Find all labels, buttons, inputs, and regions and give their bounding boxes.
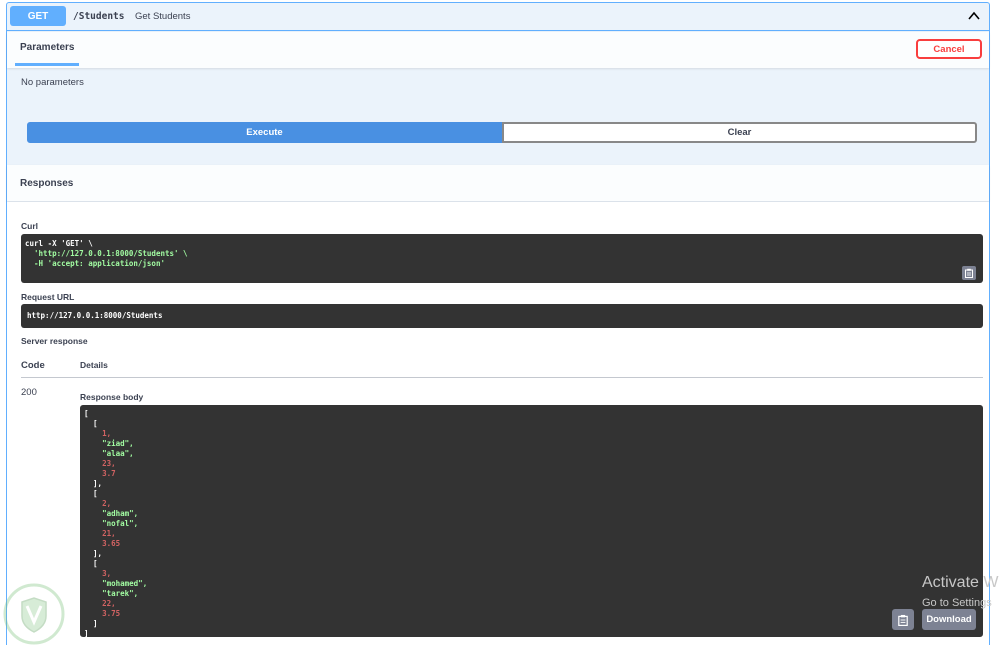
request-url-label: Request URL: [21, 292, 75, 302]
operation-block: GET /Students Get Students Parameters Ca…: [6, 2, 990, 645]
chevron-up-icon[interactable]: [967, 9, 981, 23]
clear-button[interactable]: Clear: [502, 122, 977, 143]
no-parameters-text: No parameters: [21, 77, 84, 88]
student-2-age: 21,: [102, 529, 116, 538]
student-3-last: "tarek",: [102, 589, 139, 598]
operation-path: /Students: [73, 11, 125, 22]
curl-line-1: curl -X 'GET' \: [25, 239, 93, 248]
clipboard-icon: [898, 614, 908, 626]
status-code: 200: [21, 387, 37, 398]
parameters-header: Parameters Cancel: [7, 32, 989, 68]
curl-label: Curl: [21, 221, 38, 231]
student-1-id: 1,: [102, 429, 112, 438]
server-response-label: Server response: [21, 336, 88, 346]
cancel-button[interactable]: Cancel: [916, 39, 982, 59]
curl-code-block[interactable]: curl -X 'GET' \ 'http://127.0.0.1:8000/S…: [21, 234, 983, 283]
operation-summary[interactable]: GET /Students Get Students: [7, 3, 989, 31]
response-body-block[interactable]: [ [ 1, "ziad", "alaa", 23, 3.7 ], [ 2, "…: [80, 405, 983, 638]
student-2-gpa: 3.65: [102, 539, 121, 548]
details-column-header: Details: [80, 360, 108, 370]
copy-response-button[interactable]: [892, 609, 914, 630]
student-3-id: 3,: [102, 569, 112, 578]
request-url-value: http://127.0.0.1:8000/Students: [27, 311, 163, 320]
method-badge: GET: [10, 6, 66, 26]
student-1-age: 23,: [102, 459, 116, 468]
student-3-age: 22,: [102, 599, 116, 608]
execute-button[interactable]: Execute: [27, 122, 502, 143]
operation-summary-text: Get Students: [135, 11, 191, 22]
student-2-id: 2,: [102, 499, 112, 508]
responses-title: Responses: [20, 178, 74, 189]
student-1-first: "ziad",: [102, 439, 134, 448]
curl-line-3: -H 'accept: application/json': [25, 259, 165, 268]
student-3-gpa: 3.75: [102, 609, 121, 618]
clipboard-icon: [965, 268, 973, 278]
code-column-header: Code: [21, 360, 45, 371]
activate-windows-text: Activate W: [922, 574, 999, 591]
response-body-label: Response body: [80, 392, 144, 402]
curl-line-2: 'http://127.0.0.1:8000/Students' \: [25, 249, 188, 258]
responses-header: Responses: [7, 165, 989, 201]
student-2-last: "nofal",: [102, 519, 139, 528]
download-button[interactable]: Download: [922, 609, 976, 630]
request-url-block[interactable]: http://127.0.0.1:8000/Students: [21, 304, 983, 328]
go-to-settings-text: Go to Settings: [922, 597, 992, 609]
execute-wrapper: Execute Clear: [27, 122, 977, 143]
shield-logo-icon: [3, 583, 65, 645]
student-1-last: "alaa",: [102, 449, 134, 458]
tab-parameters[interactable]: Parameters: [15, 32, 80, 66]
table-divider: [21, 377, 983, 378]
copy-curl-button[interactable]: [962, 266, 976, 280]
student-1-gpa: 3.7: [102, 469, 116, 478]
student-3-first: "mohamed",: [102, 579, 148, 588]
student-2-first: "adham",: [102, 509, 139, 518]
